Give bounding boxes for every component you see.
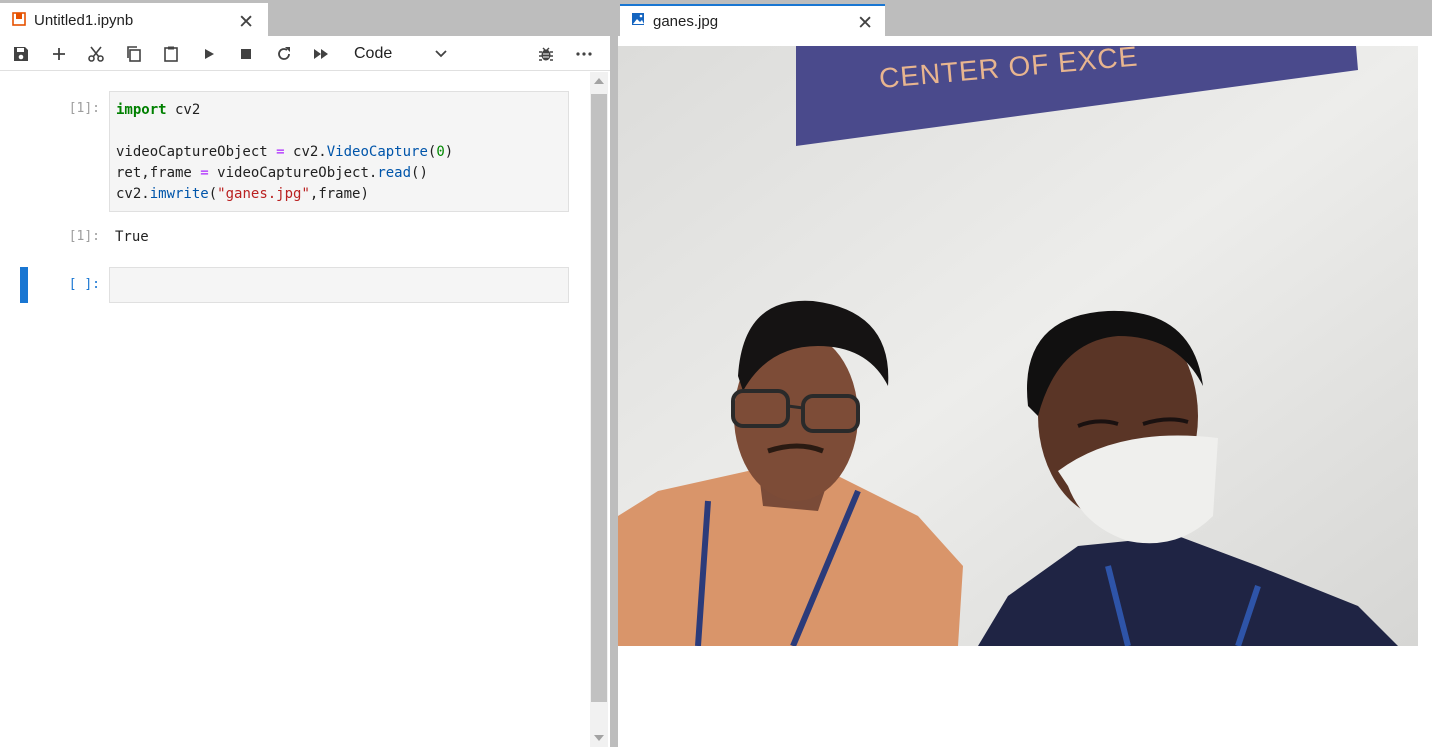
- close-icon[interactable]: ✕: [857, 12, 873, 35]
- fast-forward-icon[interactable]: [310, 43, 332, 65]
- code-cell[interactable]: import cv2 videoCaptureObject = cv2.Vide…: [109, 91, 569, 212]
- image-tab-bar: ganes.jpg ✕: [618, 0, 1432, 36]
- captured-photo: CENTER OF EXCE: [618, 46, 1418, 646]
- code-token: VideoCapture: [326, 144, 428, 160]
- code-line: ret,frame = videoCaptureObject.read(): [116, 165, 428, 181]
- code-token: 0: [436, 144, 445, 160]
- code-token: "ganes.jpg": [217, 186, 310, 202]
- code-cell-empty[interactable]: [109, 267, 569, 303]
- scrollbar-thumb[interactable]: [591, 94, 607, 702]
- notebook-panel: Untitled1.ipynb ✕ Code [1]: import cv2 v…: [0, 0, 610, 747]
- code-token: =: [200, 165, 209, 181]
- notebook-tab-bar: Untitled1.ipynb ✕: [0, 0, 610, 36]
- notebook-icon: [12, 11, 26, 30]
- cell-type-value: Code: [354, 45, 393, 62]
- code-line: cv2.imwrite("ganes.jpg",frame): [116, 186, 369, 202]
- cut-icon[interactable]: [85, 43, 107, 65]
- tab-notebook[interactable]: Untitled1.ipynb ✕: [0, 3, 268, 36]
- code-token: import: [116, 102, 167, 118]
- tab-image-label: ganes.jpg: [653, 12, 719, 30]
- code-token: imwrite: [149, 186, 209, 202]
- code-token: =: [276, 144, 285, 160]
- cell-type-select[interactable]: Code: [344, 42, 452, 66]
- scroll-up-icon[interactable]: [594, 78, 604, 84]
- restart-icon[interactable]: [273, 43, 295, 65]
- image-file-icon: [631, 12, 645, 30]
- save-icon[interactable]: [10, 43, 32, 65]
- input-prompt: [1]:: [68, 101, 100, 116]
- bug-icon[interactable]: [535, 43, 557, 65]
- add-icon[interactable]: [48, 43, 70, 65]
- tab-image[interactable]: ganes.jpg ✕: [620, 4, 885, 36]
- image-viewer: CENTER OF EXCE: [618, 36, 1432, 747]
- stop-icon[interactable]: [235, 43, 257, 65]
- cell-output: True: [115, 229, 149, 245]
- notebook-toolbar: Code: [0, 36, 610, 71]
- panel-splitter[interactable]: [610, 0, 618, 747]
- input-prompt: [ ]:: [68, 277, 100, 292]
- close-icon[interactable]: ✕: [238, 11, 254, 34]
- notebook-cells: [1]: import cv2 videoCaptureObject = cv2…: [0, 72, 590, 747]
- tab-notebook-label: Untitled1.ipynb: [34, 12, 134, 29]
- output-prompt: [1]:: [68, 229, 100, 244]
- code-line: import cv2: [116, 102, 201, 118]
- scroll-down-icon[interactable]: [594, 735, 604, 741]
- paste-icon[interactable]: [160, 43, 182, 65]
- code-line: videoCaptureObject = cv2.VideoCapture(0): [116, 144, 454, 160]
- notebook-scrollbar[interactable]: [590, 72, 608, 747]
- more-icon[interactable]: [573, 43, 595, 65]
- run-icon[interactable]: [198, 43, 220, 65]
- code-token: read: [377, 165, 412, 181]
- chevron-down-icon: [432, 44, 450, 67]
- copy-icon[interactable]: [123, 43, 145, 65]
